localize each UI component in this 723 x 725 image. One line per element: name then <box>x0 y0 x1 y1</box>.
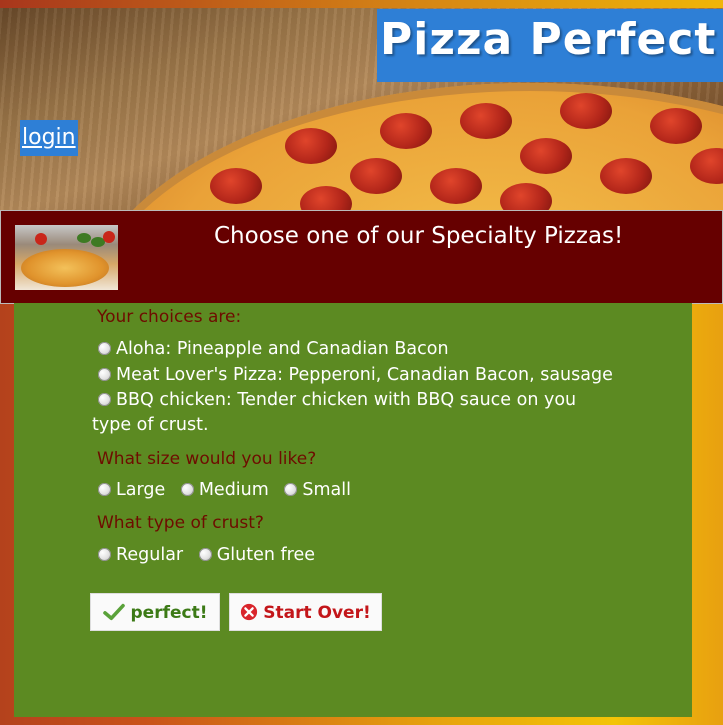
pizza-option-label: Aloha: Pineapple and Canadian Bacon <box>116 339 449 359</box>
size-options: Large Medium Small <box>98 480 361 500</box>
radio-button[interactable] <box>198 548 212 561</box>
pepperoni <box>520 138 572 174</box>
perfect-submit-button[interactable]: perfect! <box>90 593 220 631</box>
crust-option-regular[interactable]: Regular <box>98 545 183 565</box>
pizza-option-aloha[interactable]: Aloha: Pineapple and Canadian Bacon <box>98 339 449 359</box>
perfect-button-label: perfect! <box>130 603 208 623</box>
pizza-thumbnail-image <box>15 225 118 290</box>
radio-button[interactable] <box>98 393 111 406</box>
size-option-label: Small <box>302 480 351 500</box>
radio-button[interactable] <box>98 483 111 496</box>
pepperoni <box>285 128 337 164</box>
banner-title: Choose one of our Specialty Pizzas! <box>214 223 624 249</box>
crust-option-label: Regular <box>116 545 184 565</box>
size-option-large[interactable]: Large <box>98 480 165 500</box>
top-strip <box>0 0 723 8</box>
pepperoni <box>210 168 262 204</box>
pizza-thumbnail <box>21 249 109 287</box>
tomato <box>103 231 115 243</box>
pepperoni <box>350 158 402 194</box>
pepperoni <box>380 113 432 149</box>
site-title: Pizza Perfect <box>380 14 717 65</box>
pepperoni <box>560 93 612 129</box>
pizza-option-label: BBQ chicken: Tender chicken with BBQ sau… <box>116 390 577 410</box>
choices-heading: Your choices are: <box>97 307 242 327</box>
checkmark-icon <box>102 603 125 621</box>
size-option-small[interactable]: Small <box>284 480 351 500</box>
pepperoni <box>650 108 702 144</box>
crust-options: Regular Gluten free <box>98 545 325 565</box>
cancel-circle-icon <box>241 603 258 621</box>
login-link[interactable]: login <box>20 120 78 156</box>
pepperoni <box>600 158 652 194</box>
basil-leaf <box>77 233 91 243</box>
specialty-banner: Choose one of our Specialty Pizzas! <box>0 210 723 304</box>
pizza-option-bbq-chicken[interactable]: BBQ chicken: Tender chicken with BBQ sau… <box>98 390 576 410</box>
radio-button[interactable] <box>98 548 111 561</box>
pizza-option-label: Meat Lover's Pizza: Pepperoni, Canadian … <box>116 365 613 385</box>
crust-heading: What type of crust? <box>97 513 264 533</box>
pizza-option-meat-lovers[interactable]: Meat Lover's Pizza: Pepperoni, Canadian … <box>98 365 613 385</box>
size-heading: What size would you like? <box>97 449 317 469</box>
size-option-label: Large <box>116 480 166 500</box>
size-option-medium[interactable]: Medium <box>180 480 269 500</box>
tomato <box>35 233 47 245</box>
pizza-option-wrap-text: type of crust. <box>92 415 209 435</box>
radio-button[interactable] <box>98 342 111 355</box>
pepperoni <box>460 103 512 139</box>
start-over-button-label: Start Over! <box>263 603 371 623</box>
size-option-label: Medium <box>198 480 269 500</box>
radio-button[interactable] <box>284 483 298 496</box>
pepperoni <box>430 168 482 204</box>
start-over-button[interactable]: Start Over! <box>229 593 382 631</box>
crust-option-gluten-free[interactable]: Gluten free <box>198 545 316 565</box>
radio-button[interactable] <box>180 483 194 496</box>
radio-button[interactable] <box>98 368 111 381</box>
crust-option-label: Gluten free <box>216 545 316 565</box>
